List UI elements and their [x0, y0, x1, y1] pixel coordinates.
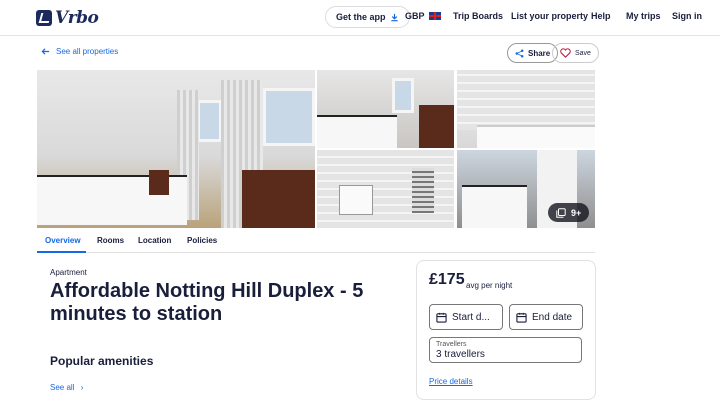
dresser [419, 105, 454, 148]
arrow-left-icon [41, 48, 50, 55]
my-trips-link[interactable]: My trips [626, 11, 661, 21]
start-date-text: Start d... [452, 311, 490, 323]
travellers-field[interactable]: Travellers 3 travellers [429, 337, 582, 363]
bed [462, 185, 527, 228]
end-date-field[interactable]: End date [509, 304, 583, 330]
window [392, 78, 414, 113]
list-your-property-link[interactable]: List your property [511, 11, 588, 21]
download-icon [390, 13, 398, 21]
save-label: Save [575, 49, 591, 57]
travellers-label: Travellers [436, 341, 467, 348]
nightly-price: £175 [429, 271, 465, 288]
view-more-photos-button[interactable]: 9+ [548, 203, 590, 222]
dresser [242, 170, 315, 228]
listing-title: Affordable Notting Hill Duplex - 5 minut… [50, 280, 364, 325]
tab-overview[interactable]: Overview [45, 236, 81, 245]
travellers-value: 3 travellers [436, 349, 485, 360]
end-date-text: End date [532, 311, 573, 323]
share-icon [515, 49, 524, 57]
get-the-app-label: Get the app [336, 12, 386, 22]
bed [317, 115, 397, 148]
top-header: Vrbo Get the app GBP Trip Boards List yo… [0, 0, 720, 36]
heart-icon [560, 48, 571, 58]
see-all-properties-label: See all properties [56, 47, 119, 56]
active-tab-indicator [37, 251, 86, 253]
per-night-label: avg per night [466, 281, 513, 290]
window [197, 100, 222, 142]
vrbo-logo-mark-icon [36, 10, 52, 26]
calendar-icon [516, 312, 527, 323]
bathroom-photo[interactable] [457, 70, 595, 148]
bathtub [477, 125, 595, 148]
main-bedroom-photo[interactable] [37, 70, 315, 228]
calendar-icon [436, 312, 447, 323]
trip-boards-link[interactable]: Trip Boards [453, 11, 503, 21]
sink [339, 185, 373, 215]
share-button[interactable]: Share [507, 43, 559, 63]
photo-gallery-icon [556, 207, 566, 218]
towel-rail [412, 168, 434, 213]
bedroom-photo-2[interactable] [317, 70, 454, 148]
help-link[interactable]: Help [591, 11, 611, 21]
currency-selector[interactable]: GBP [405, 11, 441, 21]
section-tabs: Overview Rooms Location Policies [37, 232, 595, 253]
price-details-link[interactable]: Price details [429, 377, 473, 386]
save-button[interactable]: Save [552, 43, 599, 63]
vrbo-logo[interactable]: Vrbo [36, 8, 99, 28]
photo-gallery[interactable] [37, 70, 595, 228]
tab-policies[interactable]: Policies [187, 236, 217, 245]
window [263, 88, 315, 146]
tab-location[interactable]: Location [138, 236, 171, 245]
popular-amenities-heading: Popular amenities [50, 354, 154, 368]
bathroom-sink-photo[interactable] [317, 150, 454, 228]
share-label: Share [528, 48, 551, 58]
tab-rooms[interactable]: Rooms [97, 236, 124, 245]
sign-in-link[interactable]: Sign in [672, 11, 702, 21]
brand-name: Vrbo [55, 8, 99, 28]
uk-flag-icon [428, 12, 441, 20]
see-all-properties-link[interactable]: See all properties [41, 47, 118, 56]
bedside-table [149, 170, 169, 195]
property-type: Apartment [50, 268, 87, 277]
more-photos-count: 9+ [571, 207, 582, 218]
start-date-field[interactable]: Start d... [429, 304, 503, 330]
get-the-app-button[interactable]: Get the app [325, 6, 410, 28]
currency-label: GBP [405, 11, 425, 21]
wall-tiles [457, 70, 595, 130]
